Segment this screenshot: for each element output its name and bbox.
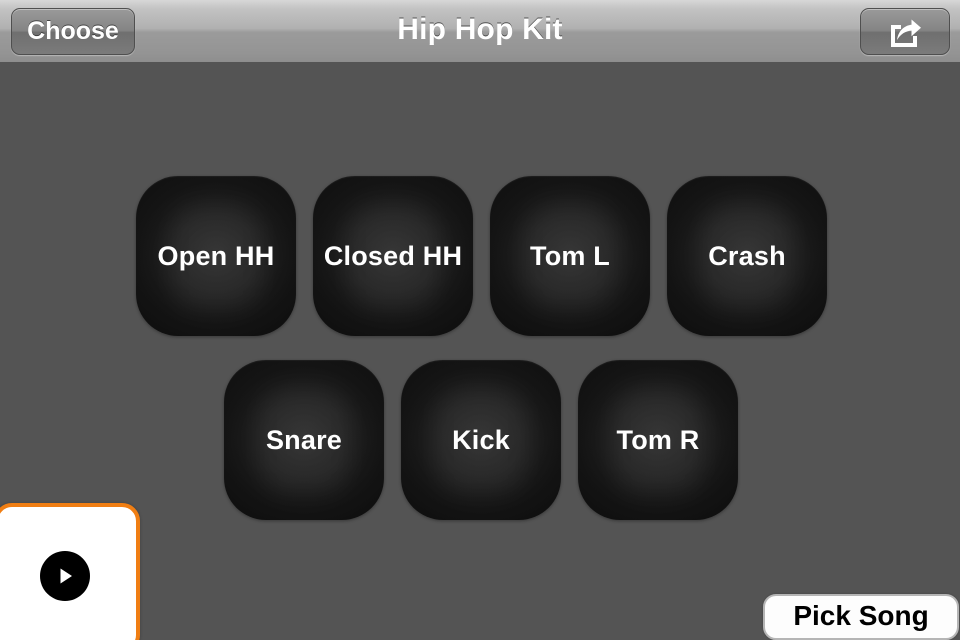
pad-row-1: Open HH Closed HH Tom L Crash: [136, 176, 827, 336]
pad-label: Open HH: [157, 240, 275, 271]
pick-song-button[interactable]: Pick Song: [763, 594, 959, 640]
pad-row-2: Snare Kick Tom R: [224, 360, 738, 520]
pad-label: Snare: [265, 424, 343, 455]
drum-pad-snare[interactable]: Snare: [224, 360, 384, 520]
share-export-icon: [888, 16, 922, 48]
page-title: Hip Hop Kit: [397, 13, 563, 46]
navigation-bar: Choose Hip Hop Kit: [0, 0, 960, 62]
pad-label: Tom L: [530, 240, 610, 271]
drum-pad-crash[interactable]: Crash: [667, 176, 827, 336]
recorder-panel: [0, 503, 140, 640]
choose-button[interactable]: Choose: [11, 8, 135, 55]
drum-pad-kick[interactable]: Kick: [401, 360, 561, 520]
drum-pad-tom-r[interactable]: Tom R: [578, 360, 738, 520]
play-button[interactable]: [40, 551, 90, 601]
drum-pad-open-hh[interactable]: Open HH: [136, 176, 296, 336]
app-root: Choose Hip Hop Kit Open HH Closed HH Tom…: [0, 0, 960, 640]
pad-label: Closed HH: [323, 240, 463, 271]
share-button[interactable]: [860, 8, 950, 55]
pad-label: Crash: [708, 240, 786, 271]
drum-pad-grid: Open HH Closed HH Tom L Crash Snare Kick…: [0, 62, 960, 640]
pad-label: Kick: [452, 424, 510, 455]
play-icon: [53, 564, 77, 588]
pad-label: Tom R: [616, 424, 700, 455]
drum-pad-closed-hh[interactable]: Closed HH: [313, 176, 473, 336]
drum-pad-tom-l[interactable]: Tom L: [490, 176, 650, 336]
